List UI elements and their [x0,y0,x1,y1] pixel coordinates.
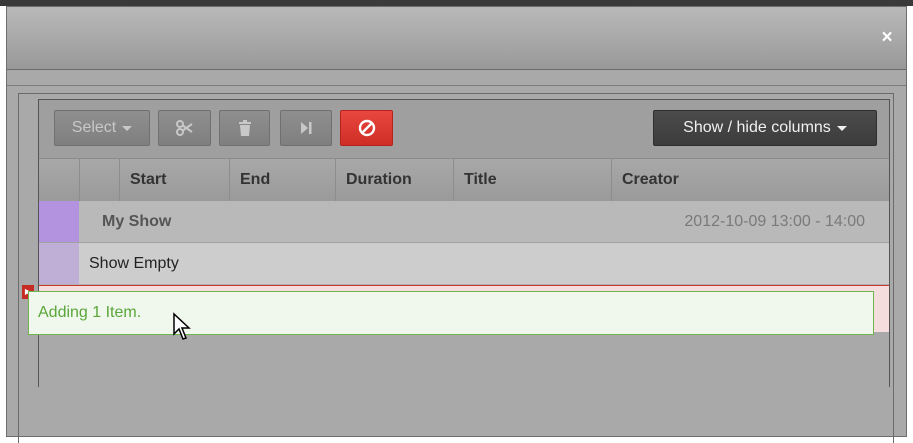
table-header: Start End Duration Title Creator [39,159,889,202]
prohibited-icon [358,119,375,137]
cancel-button[interactable] [340,110,393,146]
dialog-titlebar: × [7,7,906,70]
toolbar: Select Show / hide columns [39,99,889,159]
header-title[interactable]: Title [453,159,611,201]
chevron-down-icon [122,125,133,131]
header-duration[interactable]: Duration [335,159,453,201]
show-time: 2012-10-09 13:00 - 14:00 [684,213,865,230]
playlist-table: Select Show / hide columns Start End Dur… [22,99,890,387]
show-name: My Show [102,213,172,230]
header-checkbox-col [79,159,119,201]
header-end[interactable]: End [229,159,335,201]
cut-button[interactable] [158,110,211,146]
trash-icon [238,120,251,136]
header-start[interactable]: Start [119,159,229,201]
header-creator[interactable]: Creator [611,159,889,201]
skip-to-end-icon [301,122,312,134]
select-label: Select [71,119,117,136]
show-hide-columns-button[interactable]: Show / hide columns [653,110,877,146]
mouse-cursor-icon [173,312,191,340]
show-empty-label: Show Empty [89,255,179,272]
close-button[interactable]: × [878,28,896,47]
chevron-down-icon [836,125,847,131]
show-color-swatch [39,201,79,242]
show-empty-row[interactable]: Show Empty [39,243,889,285]
scissors-icon [175,120,193,136]
select-dropdown[interactable]: Select [54,110,150,146]
skip-button[interactable] [280,110,332,146]
empty-color-swatch [39,243,79,284]
columns-label: Show / hide columns [683,119,831,136]
delete-button[interactable] [219,110,270,146]
show-header-row[interactable]: My Show 2012-10-09 13:00 - 14:00 [39,201,889,243]
drag-helper-message: Adding 1 Item. [28,291,874,335]
